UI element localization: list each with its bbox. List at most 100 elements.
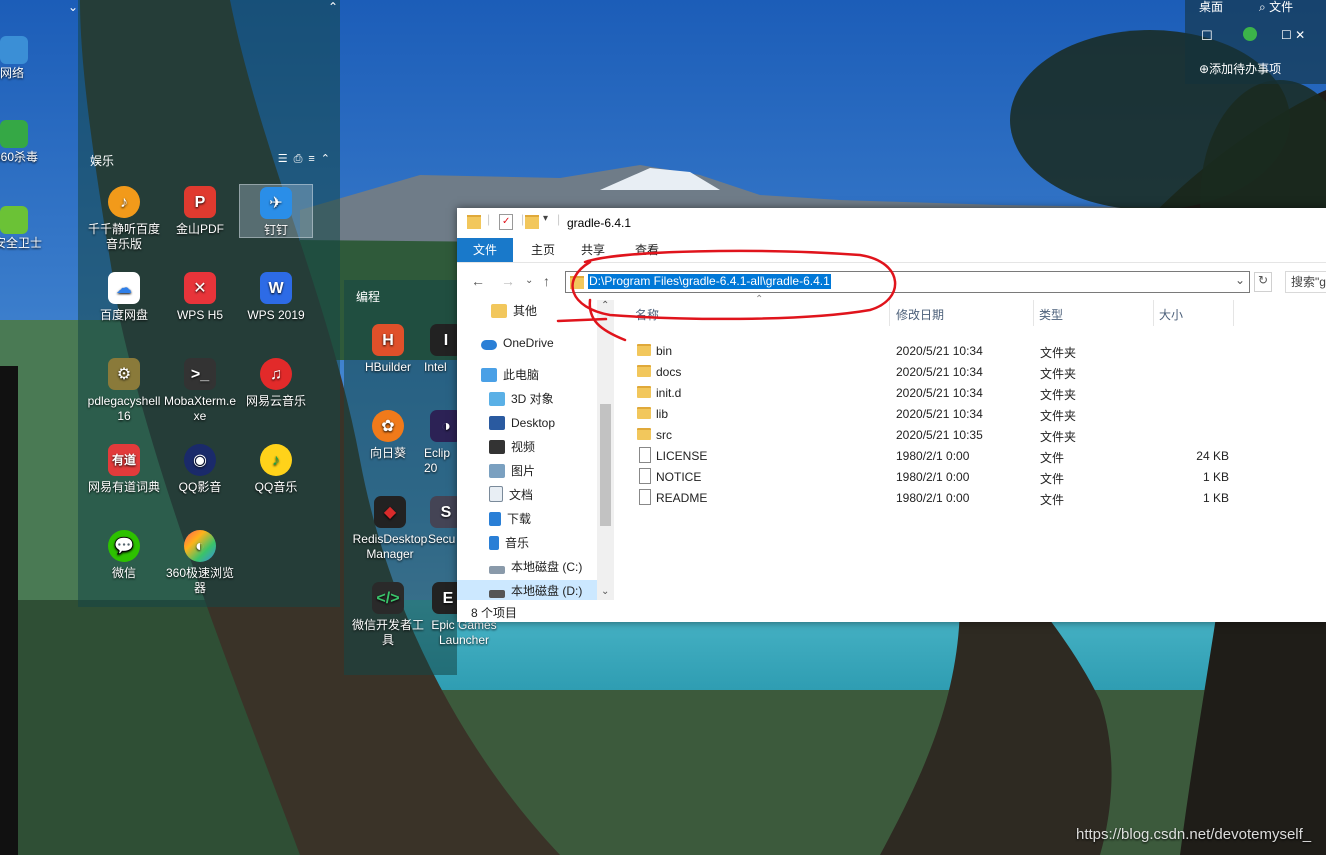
desktop-icon-kingsoft-pdf[interactable]: P 金山PDF: [162, 186, 238, 237]
desktop-icon-intellij[interactable]: I Intel: [424, 324, 458, 375]
address-bar[interactable]: D:\Program Files\gradle-6.4.1-all\gradle…: [565, 271, 1250, 293]
properties-icon[interactable]: ✓: [499, 214, 513, 230]
tab-share[interactable]: 共享: [575, 238, 611, 262]
nav-item-music[interactable]: 音乐: [489, 532, 529, 554]
desktop-icon-netease-music[interactable]: ♫ 网易云音乐: [238, 358, 314, 409]
column-separator[interactable]: [1153, 300, 1154, 326]
desktop-icon-youdao-dict[interactable]: 有道 网易有道词典: [86, 444, 162, 495]
cloud-icon: ☁: [108, 272, 140, 304]
search-input[interactable]: 搜索"g: [1285, 271, 1326, 293]
table-row[interactable]: LICENSE 1980/2/1 0:00 文件 24 KB: [631, 445, 1311, 466]
table-row[interactable]: bin 2020/5/21 10:34 文件夹: [631, 340, 1311, 361]
desktop-icon-wps-h5[interactable]: ✕ WPS H5: [162, 272, 238, 323]
column-header-name[interactable]: 名称: [635, 306, 659, 323]
title-bar[interactable]: | ✓ | ▾ | gradle-6.4.1: [457, 208, 1326, 238]
nav-item-this-pc[interactable]: 此电脑: [481, 364, 539, 386]
divider: |: [521, 212, 525, 226]
nav-item-videos[interactable]: 视频: [489, 436, 535, 458]
film-icon: [489, 440, 505, 454]
desktop-icon-wechat[interactable]: 💬 微信: [86, 530, 162, 581]
icon-label: 钉钉: [263, 223, 288, 237]
nav-item-3d-objects[interactable]: 3D 对象: [489, 388, 554, 410]
cloud-icon: [481, 340, 497, 350]
quick-access-dropdown-icon[interactable]: ▾: [543, 213, 548, 224]
scroll-thumb[interactable]: [600, 404, 611, 526]
column-header-type[interactable]: 类型: [1039, 306, 1063, 323]
desktop-icon-mobaxterm[interactable]: >_ MobaXterm.exe: [162, 358, 238, 424]
back-arrow-icon[interactable]: ←: [471, 273, 485, 289]
fence-top-collapse[interactable]: ⌄: [68, 0, 78, 14]
nav-item-pictures[interactable]: 图片: [489, 460, 535, 482]
table-row[interactable]: src 2020/5/21 10:35 文件夹: [631, 424, 1311, 445]
column-separator[interactable]: [1233, 300, 1234, 326]
tab-home[interactable]: 主页: [525, 238, 561, 262]
desktop-icon-eclipse[interactable]: ◑ Eclip 20: [424, 410, 458, 476]
file-date: 1980/2/1 0:00: [896, 491, 970, 505]
desktop-icon-360-browser[interactable]: ◐ 360极速浏览器: [162, 530, 238, 596]
nav-item-drive-d[interactable]: 本地磁盘 (D:): [457, 580, 597, 600]
securecrt-icon: S: [430, 496, 458, 528]
column-separator[interactable]: [889, 300, 890, 326]
desktop-icon-security-guard[interactable]: 安全卫士: [0, 206, 60, 251]
column-separator[interactable]: [1033, 300, 1034, 326]
picture-icon: [489, 464, 505, 478]
new-folder-icon[interactable]: [525, 215, 539, 229]
square-icon[interactable]: ☐: [1201, 28, 1213, 44]
refresh-icon[interactable]: ↻: [1254, 272, 1272, 292]
icon-label: QQ影音: [178, 480, 222, 494]
desktop-icon-dingtalk[interactable]: ✈ 钉钉: [239, 184, 313, 238]
desktop-icon-qq-player[interactable]: ◉ QQ影音: [162, 444, 238, 495]
nav-item-drive-c[interactable]: 本地磁盘 (C:): [489, 556, 582, 578]
nav-item-downloads[interactable]: 下载: [489, 508, 531, 530]
fence-top-expand[interactable]: ⌃: [328, 0, 338, 14]
desktop-icon-wechat-devtools[interactable]: </> 微信开发者工具: [350, 582, 426, 648]
desktop-icon-baidu-netdisk[interactable]: ☁ 百度网盘: [86, 272, 162, 323]
nav-item-desktop[interactable]: Desktop: [489, 412, 555, 434]
table-row[interactable]: README 1980/2/1 0:00 文件 1 KB: [631, 487, 1311, 508]
nav-pane-scrollbar[interactable]: ⌃ ⌄: [597, 300, 614, 600]
add-todo-button[interactable]: ⊕添加待办事项: [1199, 60, 1281, 77]
desktop-icon-sunlogin[interactable]: ✿ 向日葵: [350, 410, 426, 461]
nav-item-other[interactable]: 其他: [491, 300, 537, 322]
recent-locations-chevron-icon[interactable]: ⌄: [525, 275, 533, 286]
table-row[interactable]: lib 2020/5/21 10:34 文件夹: [631, 403, 1311, 424]
desktop-icon-network[interactable]: 网络: [0, 36, 60, 81]
fence-tools[interactable]: ☰⎙≡⌃: [278, 152, 336, 166]
column-header-date[interactable]: 修改日期: [896, 306, 944, 323]
desktop-icon-hbuilder[interactable]: H HBuilder: [350, 324, 426, 375]
desktop-icon-redis-desktop-manager[interactable]: ◆ RedisDesktopManager: [350, 496, 430, 562]
icon-label: pdlegacyshell16: [87, 394, 161, 423]
widget-toolbar-icons[interactable]: ☐ ✕: [1281, 28, 1305, 42]
address-dropdown-icon[interactable]: ⌄: [1235, 273, 1245, 287]
table-row[interactable]: init.d 2020/5/21 10:34 文件夹: [631, 382, 1311, 403]
scroll-up-icon[interactable]: ⌃: [601, 300, 609, 311]
tab-file[interactable]: 文件: [457, 238, 513, 262]
table-row[interactable]: NOTICE 1980/2/1 0:00 文件 1 KB: [631, 466, 1311, 487]
table-row[interactable]: docs 2020/5/21 10:34 文件夹: [631, 361, 1311, 382]
desktop-icon-label: 安全卫士: [0, 236, 43, 250]
desktop-icon: [489, 416, 505, 430]
icon-label: 360极速浏览器: [165, 566, 235, 595]
column-header-size[interactable]: 大小: [1159, 306, 1183, 323]
desktop-icon-wps-2019[interactable]: W WPS 2019: [238, 272, 314, 323]
desktop-icon-360-antivirus[interactable]: 360杀毒: [0, 120, 60, 165]
file-tab[interactable]: ⌕ 文件: [1259, 0, 1293, 15]
up-arrow-icon[interactable]: ↑: [543, 273, 550, 289]
forward-arrow-icon[interactable]: →: [501, 273, 515, 289]
icon-label: QQ音乐: [254, 480, 298, 494]
hbuilder-icon: H: [372, 324, 404, 356]
desktop-icon-ttplayer[interactable]: ♪ 千千静听百度音乐版: [86, 186, 162, 252]
status-bar-item-count: 8 个项目: [471, 606, 518, 620]
nav-item-documents[interactable]: 文档: [489, 484, 533, 506]
scroll-down-icon[interactable]: ⌄: [601, 586, 609, 597]
wechat-icon: 💬: [108, 530, 140, 562]
address-path[interactable]: D:\Program Files\gradle-6.4.1-all\gradle…: [588, 274, 831, 289]
desktop-icon-pdlegacyshell[interactable]: ⚙ pdlegacyshell16: [86, 358, 162, 424]
nav-item-onedrive[interactable]: OneDrive: [481, 332, 554, 354]
tab-view[interactable]: 查看: [629, 238, 665, 262]
desktop-icon-qq-music[interactable]: ♪ QQ音乐: [238, 444, 314, 495]
dark-strip: [0, 366, 18, 855]
desktop-icon-securecrt[interactable]: S Secu: [428, 496, 458, 547]
file-name: lib: [656, 407, 669, 421]
desktop-tab[interactable]: 桌面: [1199, 0, 1223, 15]
